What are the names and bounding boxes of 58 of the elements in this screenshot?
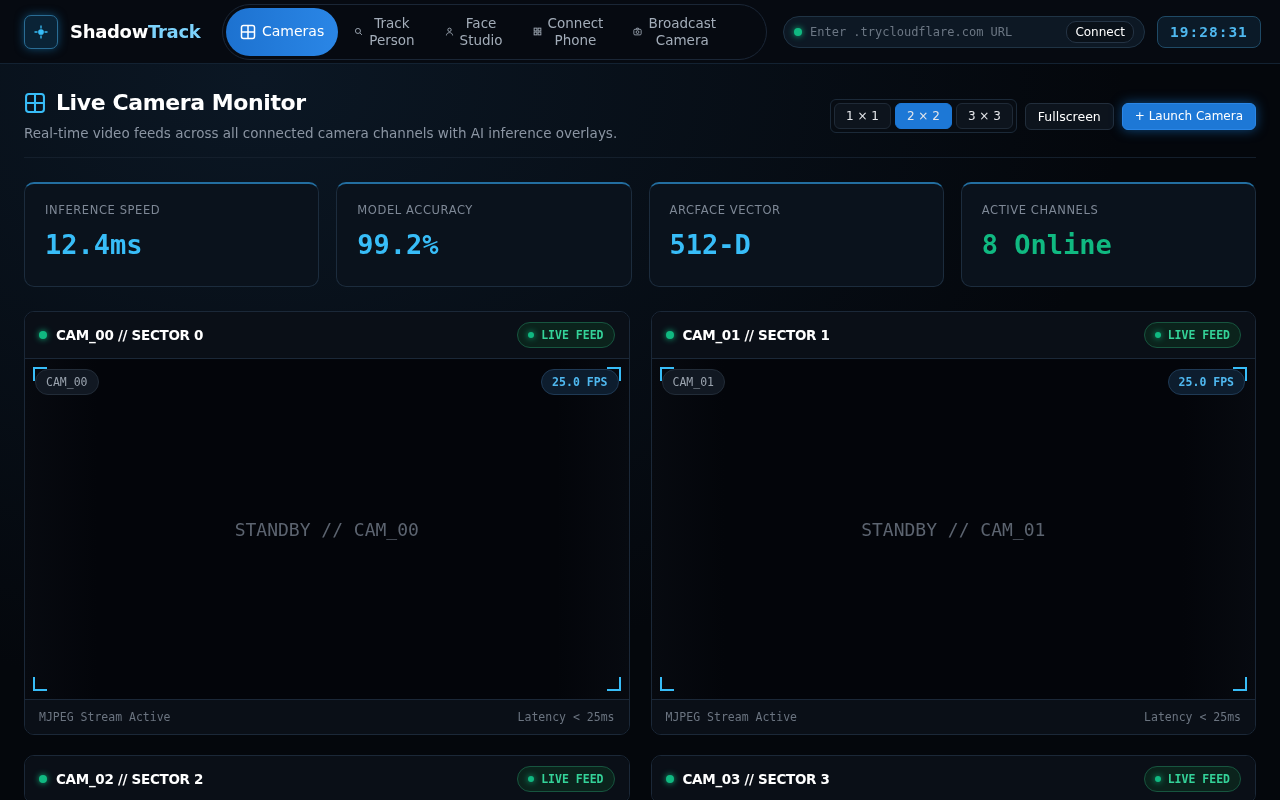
corner-bracket — [659, 677, 674, 691]
layout-option[interactable]: 3 × 3 — [955, 103, 1013, 129]
launch-button[interactable]: + Launch Camera — [1121, 102, 1256, 130]
standby-text: STANDBY // CAM_00 — [234, 518, 419, 540]
connect-button[interactable]: Connect — [1066, 20, 1134, 43]
brand-name: ShadowTrack — [70, 21, 201, 42]
layout-option[interactable]: 2 × 2 — [894, 103, 952, 129]
grid-icon — [240, 23, 256, 40]
page-title: Live Camera Monitor — [56, 90, 306, 115]
stat-value: 99.2% — [357, 229, 440, 260]
standby-text: STANDBY // CAM_01 — [861, 518, 1046, 540]
stream-status: MJPEG Stream Active — [665, 710, 798, 724]
stat-label: ARCFACE VECTOR — [669, 203, 782, 217]
grid-icon — [24, 91, 46, 114]
nav-tab[interactable]: Connect Phone — [518, 7, 618, 56]
fps-badge: 25.0 FPS — [1167, 369, 1245, 395]
fullscreen-button[interactable]: Fullscreen — [1024, 102, 1114, 130]
live-badge: LIVE FEED — [1143, 322, 1241, 348]
camera-tag: CAM_01 — [661, 369, 726, 395]
stat-label: ACTIVE CHANNELS — [981, 203, 1100, 217]
corner-bracket — [33, 677, 47, 691]
camera-title: CAM_00 // SECTOR 0 — [56, 327, 205, 343]
stat-label: INFERENCE SPEED — [45, 203, 162, 217]
logo-icon — [24, 14, 58, 49]
url-field[interactable]: Enter .trycloudflare.com URL Connect — [783, 15, 1145, 48]
clock: 19:28:31 — [1157, 15, 1261, 48]
live-badge: LIVE FEED — [517, 766, 615, 792]
camera-title: CAM_02 // SECTOR 2 — [56, 771, 205, 787]
corner-bracket — [1233, 677, 1247, 691]
nav-tab[interactable]: Broadcast Camera — [619, 7, 731, 56]
camera-icon — [633, 27, 643, 36]
nav-tab[interactable]: Face Studio — [430, 7, 517, 56]
camera-tag: CAM_00 — [35, 369, 99, 395]
stat-value: 512-D — [669, 229, 752, 260]
stat-label: MODEL ACCURACY — [357, 203, 474, 217]
layout-option[interactable]: 1 × 1 — [833, 103, 891, 129]
status-dot — [665, 331, 674, 339]
status-dot — [39, 331, 47, 339]
live-badge: LIVE FEED — [1143, 766, 1241, 792]
stat-value: 8 Online — [981, 229, 1113, 260]
status-dot — [665, 775, 674, 783]
page-subtitle: Real-time video feeds across all connected camera channels with AI inference overlays. — [24, 125, 618, 141]
status-dot — [794, 27, 802, 36]
live-badge: LIVE FEED — [517, 322, 615, 348]
fps-badge: 25.0 FPS — [541, 369, 619, 395]
nav-tab[interactable]: Cameras — [226, 7, 339, 56]
corner-bracket — [606, 677, 621, 691]
camera-title: CAM_03 // SECTOR 3 — [682, 771, 831, 787]
stream-status: MJPEG Stream Active — [39, 710, 171, 724]
latency-text: Latency < 25ms — [1144, 710, 1241, 724]
latency-text: Latency < 25ms — [517, 710, 615, 724]
person-icon — [444, 27, 454, 36]
status-dot — [39, 775, 47, 783]
grid-icon — [532, 27, 542, 36]
search-icon — [354, 27, 364, 36]
camera-title: CAM_01 // SECTOR 1 — [682, 327, 831, 343]
stat-value: 12.4ms — [45, 229, 144, 260]
nav-tab[interactable]: Track Person — [340, 7, 429, 56]
